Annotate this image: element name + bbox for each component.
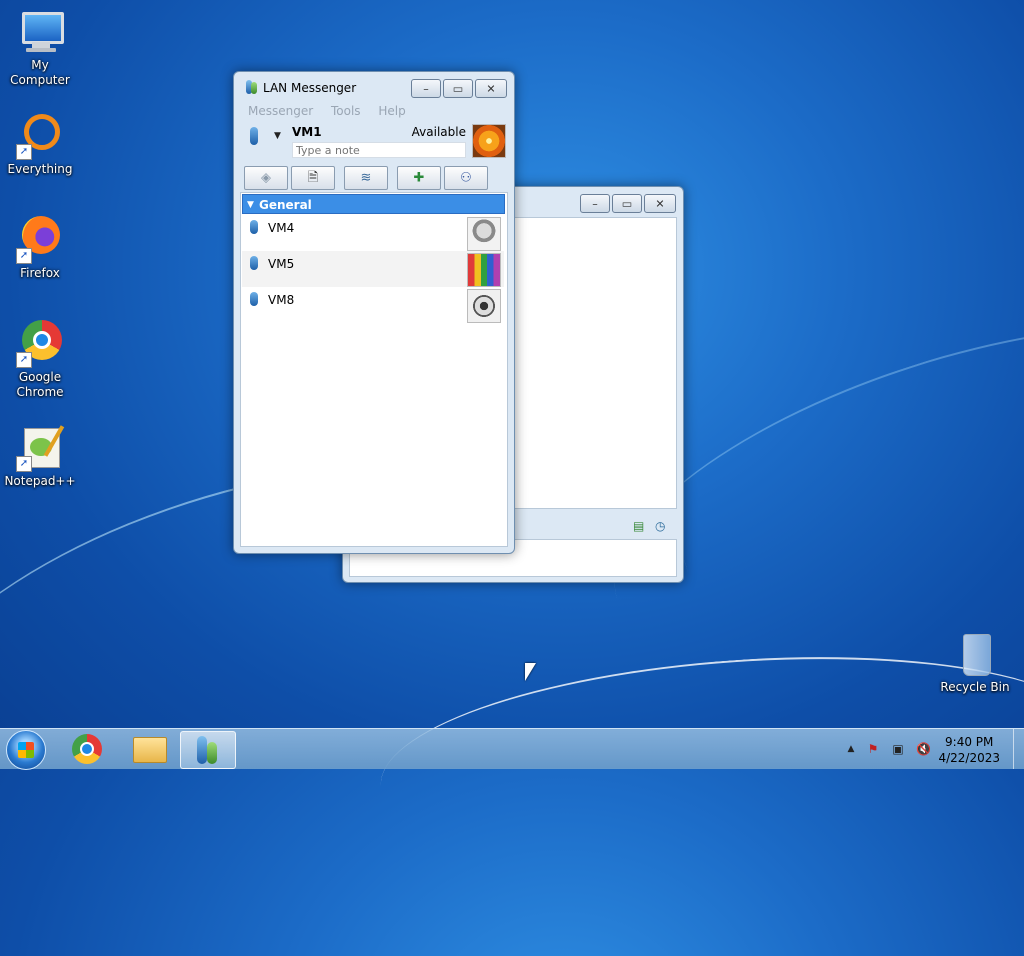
titlebar[interactable]: LAN Messenger – ▭ ✕ (234, 72, 514, 102)
everything-icon: ➚ (16, 112, 64, 160)
menu-help[interactable]: Help (378, 102, 405, 120)
send-file-icon[interactable]: ▤ (633, 519, 647, 533)
note-input[interactable] (292, 142, 466, 158)
group-header-general[interactable]: ▼ General (242, 194, 505, 214)
user-status-icon[interactable] (250, 127, 258, 145)
clock-time: 9:40 PM (945, 735, 994, 749)
attach-icon: 🗎 (307, 170, 319, 186)
clock[interactable]: 9:40 PM 4/22/2023 (938, 734, 1000, 766)
mouse-cursor-icon (525, 663, 536, 681)
desktop-icon-label: Google Chrome (16, 370, 64, 399)
contact-name: VM5 (268, 257, 295, 271)
menu-messenger[interactable]: Messenger (248, 102, 313, 120)
desktop-icon-google-chrome[interactable]: ➚ Google Chrome (0, 320, 80, 400)
shortcut-arrow-icon: ➚ (16, 248, 32, 264)
maximize-button[interactable]: ▭ (612, 194, 642, 213)
notepadpp-icon: ➚ (16, 424, 65, 472)
recycle-bin-icon (951, 630, 999, 678)
action-center-icon[interactable]: ⚑ (866, 742, 880, 756)
explorer-icon (133, 737, 167, 763)
history-icon[interactable]: ◷ (655, 519, 669, 533)
maximize-icon: ▭ (621, 197, 633, 210)
contact-avatar (467, 217, 501, 251)
network-icon[interactable]: ▣ (891, 742, 905, 756)
minimize-icon: – (423, 82, 429, 95)
chrome-icon (72, 734, 102, 764)
close-button[interactable]: ✕ (475, 79, 507, 98)
group-icon: ⚇ (460, 170, 472, 186)
close-button[interactable]: ✕ (644, 194, 676, 213)
user-status[interactable]: Available (412, 125, 466, 139)
show-desktop-button[interactable] (1013, 729, 1024, 769)
menu-tools[interactable]: Tools (331, 102, 361, 120)
volume-muted-icon[interactable]: 🔇 (916, 742, 931, 756)
user-avatar[interactable] (472, 124, 506, 158)
contact-status-icon (250, 220, 258, 234)
window-controls: – ▭ ✕ (580, 194, 676, 213)
expand-arrow-icon: ▼ (247, 200, 254, 210)
desktop-icon-label: My Computer (10, 58, 70, 87)
contact-name: VM4 (268, 221, 295, 235)
contact-item[interactable]: VM5 (242, 251, 504, 287)
shortcut-arrow-icon: ➚ (16, 352, 32, 368)
window-controls: – ▭ ✕ (411, 79, 507, 98)
group-chat-button[interactable]: ⚇ (444, 166, 488, 190)
chat-button[interactable]: ◈ (244, 166, 288, 190)
minimize-button[interactable]: – (580, 194, 610, 213)
contact-avatar (467, 253, 501, 287)
desktop-icon-label: Everything (7, 162, 73, 176)
taskbar: ▲ ⚑ ▣ 🔇 9:40 PM 4/22/2023 (0, 728, 1024, 770)
status-dropdown-icon[interactable]: ▼ (274, 131, 281, 141)
close-icon: ✕ (486, 82, 496, 95)
add-contact-button[interactable]: ✚ (397, 166, 441, 190)
broadcast-button[interactable]: ≋ (344, 166, 388, 190)
desktop-icon-recycle-bin[interactable]: Recycle Bin (935, 630, 1015, 695)
clock-date: 4/22/2023 (938, 751, 1000, 765)
shortcut-arrow-icon: ➚ (16, 456, 32, 472)
lan-messenger-icon (195, 736, 221, 764)
minimize-button[interactable]: – (411, 79, 441, 98)
desktop-icon-everything[interactable]: ➚ Everything (0, 112, 80, 177)
lan-messenger-icon (243, 80, 257, 94)
user-name: VM1 (292, 125, 322, 139)
add-contact-icon: ✚ (413, 170, 425, 186)
maximize-icon: ▭ (452, 82, 464, 95)
desktop-icon-label: Recycle Bin (940, 680, 1010, 694)
chat-icon: ◈ (261, 170, 271, 186)
taskbar-explorer[interactable] (122, 731, 176, 767)
contact-name: VM8 (268, 293, 295, 307)
contact-avatar (467, 289, 501, 323)
taskbar-chrome[interactable] (60, 731, 114, 767)
window-title: LAN Messenger (263, 81, 357, 95)
maximize-button[interactable]: ▭ (443, 79, 473, 98)
taskbar-lan-messenger[interactable] (180, 731, 236, 769)
show-hidden-icons-icon[interactable]: ▲ (844, 742, 858, 756)
start-button[interactable] (6, 730, 46, 770)
user-profile: ▼ VM1 Available (240, 122, 506, 162)
desktop-icon-label: Firefox (20, 266, 60, 280)
contact-status-icon (250, 292, 258, 306)
contact-status-icon (250, 256, 258, 270)
send-file-button[interactable]: 🗎 (291, 166, 335, 190)
desktop-icon-notepadpp[interactable]: ➚ Notepad++ (0, 424, 80, 489)
shortcut-arrow-icon: ➚ (16, 144, 32, 160)
broadcast-icon: ≋ (360, 170, 372, 186)
menu-bar: Messenger Tools Help (240, 102, 508, 120)
desktop-icon-my-computer[interactable]: My Computer (0, 8, 80, 88)
close-icon: ✕ (655, 197, 665, 210)
contact-item[interactable]: VM8 (242, 287, 504, 323)
minimize-icon: – (592, 197, 598, 210)
firefox-icon: ➚ (16, 216, 64, 264)
chrome-icon: ➚ (16, 320, 64, 368)
group-name: General (259, 198, 312, 212)
computer-icon (16, 8, 64, 56)
desktop-icon-label: Notepad++ (4, 474, 76, 488)
contact-item[interactable]: VM4 (242, 215, 504, 251)
start-orb-icon (18, 742, 34, 758)
desktop-icon-firefox[interactable]: ➚ Firefox (0, 216, 80, 281)
